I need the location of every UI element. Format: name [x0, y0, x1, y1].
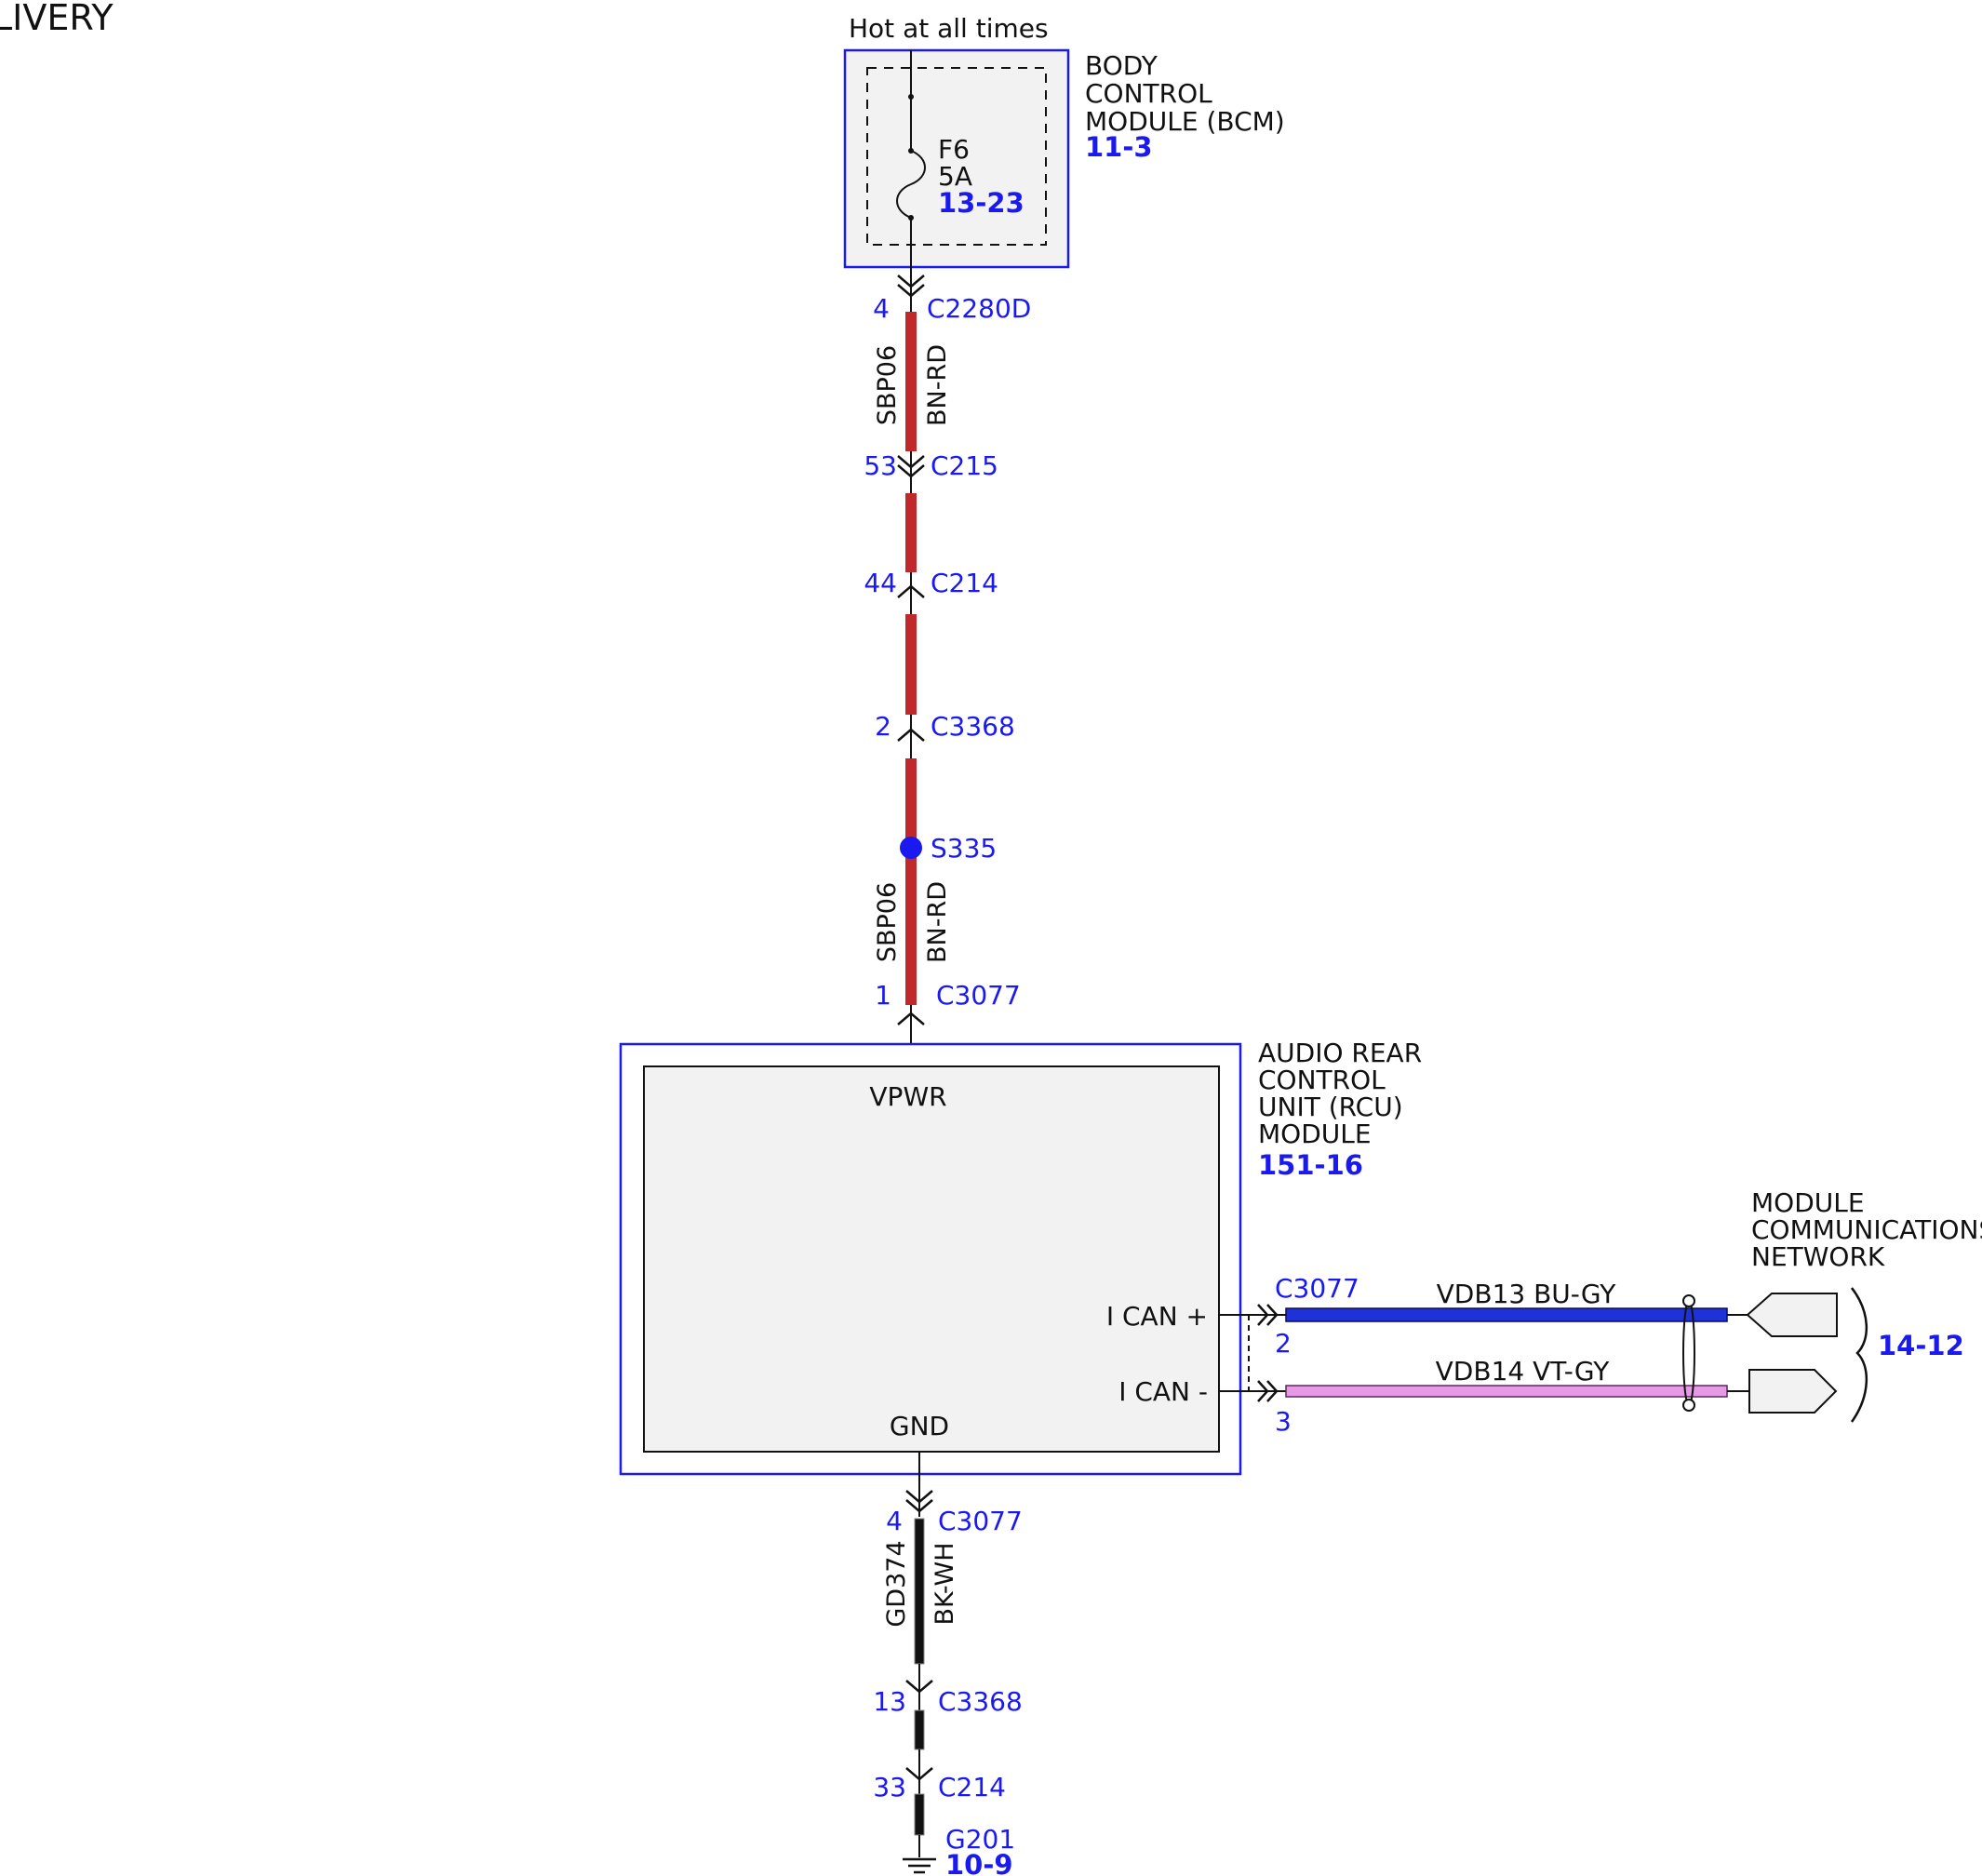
connector-pin: 44 [864, 568, 897, 598]
network-bracket [1850, 1287, 1868, 1423]
can-high-pin: 2 [1275, 1328, 1292, 1359]
connector-pin: 4 [886, 1506, 903, 1536]
connector-name: C3077 [936, 980, 1021, 1011]
splice-s335-dot [900, 837, 922, 859]
wire-color-label: BK-WH [931, 1542, 959, 1625]
bcm-ref-link[interactable]: 11-3 [1085, 131, 1153, 163]
network-ref-link[interactable]: 14-12 [1878, 1330, 1964, 1361]
rcu-pin-vpwr: VPWR [869, 1081, 946, 1112]
splice-label: S335 [931, 833, 997, 864]
power-wire [905, 279, 917, 1063]
wire-color-label: BN-RD [923, 344, 952, 426]
bcm-label: BODY CONTROL MODULE (BCM) 11-3 [1085, 50, 1285, 163]
connector-name: C214 [931, 568, 998, 598]
ground-wire [905, 1452, 933, 1857]
wire-circuit-label: SBP06 [873, 345, 902, 425]
can-bus-wires [1219, 1294, 1749, 1412]
connector-pin: 2 [875, 711, 891, 742]
connector-name: C3368 [931, 711, 1015, 742]
rcu-pin-gnd: GND [890, 1411, 949, 1441]
network-name-line: NETWORK [1751, 1241, 1885, 1272]
connector-pin: 4 [873, 293, 890, 324]
ground-ref-link[interactable]: 10-9 [945, 1849, 1013, 1876]
can-connector-name: C3077 [1275, 1273, 1359, 1304]
network-connector-high-icon [1746, 1293, 1838, 1337]
connector-pin: 13 [873, 1686, 906, 1717]
bcm-name-line: CONTROL [1085, 78, 1212, 109]
rcu-pin-can-plus: I CAN + [1106, 1301, 1208, 1332]
rcu-label: AUDIO REAR CONTROL UNIT (RCU) MODULE 151… [1258, 1038, 1422, 1181]
page-title: LIVERY [0, 0, 114, 38]
wiring-diagram: LIVERY Hot at all times BODY CONTROL MOD… [0, 0, 1982, 1876]
network-connector-low-icon [1748, 1369, 1838, 1414]
connector-name: C3077 [938, 1506, 1023, 1536]
can-high-label: VDB13 BU-GY [1437, 1279, 1617, 1309]
bcm-name-line: BODY [1085, 50, 1158, 81]
connector-name: C214 [938, 1772, 1006, 1802]
wire-circuit-label: SBP06 [873, 882, 902, 962]
fuse-ref-link[interactable]: 13-23 [938, 187, 1024, 219]
connector-pin: 33 [873, 1772, 906, 1802]
can-low-label: VDB14 VT-GY [1436, 1356, 1611, 1387]
connector-name: C215 [931, 450, 998, 481]
connector-pin: 1 [875, 980, 891, 1011]
ground-symbol-icon [903, 1857, 936, 1874]
rcu-ref-link[interactable]: 151-16 [1258, 1149, 1363, 1181]
rcu-pin-can-minus: I CAN - [1118, 1376, 1208, 1407]
power-source-label: Hot at all times [849, 13, 1049, 44]
connector-name: C3368 [938, 1686, 1023, 1717]
connector-name: C2280D [927, 293, 1031, 324]
rcu-name-line: MODULE [1258, 1119, 1372, 1149]
wire-circuit-label: GD374 [882, 1540, 911, 1627]
connector-pin: 53 [864, 450, 897, 481]
can-low-pin: 3 [1275, 1406, 1292, 1437]
wire-color-label: BN-RD [923, 881, 952, 963]
